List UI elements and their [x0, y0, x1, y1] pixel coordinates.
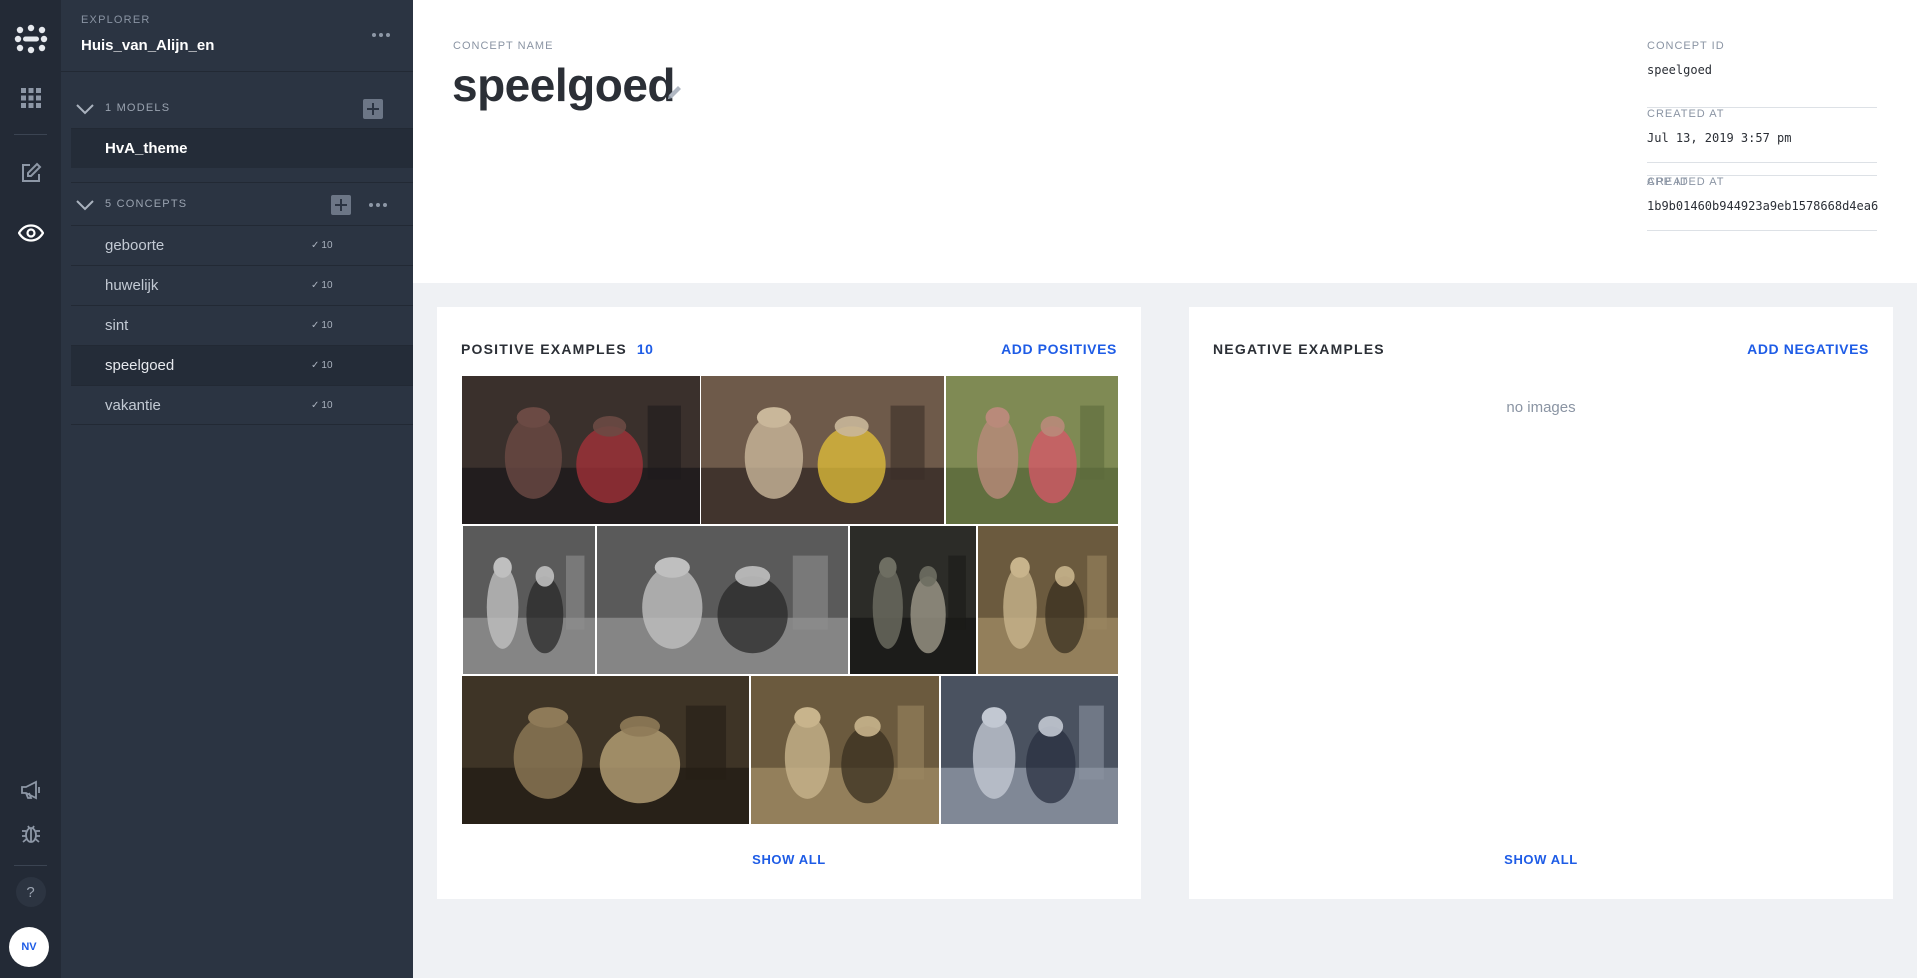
meta-label: CONCEPT ID — [1647, 40, 1725, 52]
concept-name: speelgoed — [105, 357, 175, 374]
check-icon: ✓ — [311, 280, 320, 291]
meta-label: CREATED AT — [1647, 108, 1725, 120]
concept-name: geboorte — [105, 237, 165, 254]
positive-example-thumb-1[interactable] — [462, 376, 700, 524]
app-id-value: 1b9b01460b944923a9eb1578668d4ea6 — [1647, 199, 1879, 213]
models-section-header: 1 MODELS — [71, 87, 413, 131]
positive-example-thumb-3[interactable] — [946, 376, 1118, 524]
positive-example-thumb-6[interactable] — [850, 526, 976, 674]
concept-item[interactable]: huwelijk ✓ 10 — [71, 265, 413, 305]
check-icon: ✓ — [311, 360, 320, 371]
concept-title: speelgoed — [452, 59, 676, 111]
positive-example-thumb-7[interactable] — [978, 526, 1118, 674]
concepts-section-header: 5 CONCEPTS — [71, 182, 413, 226]
pencil-icon[interactable] — [665, 82, 685, 102]
rail-divider — [14, 865, 47, 866]
chevron-down-icon[interactable] — [75, 99, 95, 119]
concept-count: ✓ 10 — [311, 320, 333, 331]
concept-item[interactable]: sint ✓ 10 — [71, 305, 413, 345]
show-all-positives-button[interactable]: SHOW ALL — [437, 852, 1141, 867]
concept-count: ✓ 10 — [311, 360, 333, 371]
bug-icon[interactable] — [0, 811, 61, 855]
explorer-header: EXPLORER Huis_van_Alijn_en — [61, 0, 413, 72]
positive-example-thumb-8[interactable] — [462, 676, 749, 824]
meta-divider — [1647, 162, 1877, 163]
app-more-options-icon[interactable] — [370, 27, 392, 43]
negative-examples-card: NEGATIVE EXAMPLES ADD NEGATIVES no image… — [1189, 307, 1893, 899]
positive-examples-card: POSITIVE EXAMPLES 10 ADD POSITIVES SHOW A… — [437, 307, 1141, 899]
concepts-header-label: 5 CONCEPTS — [105, 198, 188, 210]
concept-item[interactable]: geboorte ✓ 10 — [71, 225, 413, 265]
megaphone-icon[interactable] — [0, 768, 61, 812]
avatar[interactable]: NV — [9, 927, 49, 967]
explorer-sidebar: EXPLORER Huis_van_Alijn_en 1 MODELS HvA_… — [61, 0, 413, 978]
chevron-down-icon[interactable] — [75, 195, 95, 215]
empty-state-text: no images — [1506, 399, 1576, 416]
negative-examples-title: NEGATIVE EXAMPLES — [1213, 341, 1385, 357]
add-negatives-button[interactable]: ADD NEGATIVES — [1747, 341, 1869, 357]
concepts-more-options-icon[interactable] — [367, 197, 389, 213]
model-item[interactable]: HvA_theme — [71, 128, 413, 168]
concept-item-selected[interactable]: speelgoed ✓ 10 — [71, 345, 413, 385]
positive-count: 10 — [636, 341, 654, 357]
clarifai-logo-icon[interactable] — [0, 17, 61, 61]
check-icon: ✓ — [311, 240, 320, 251]
positive-example-thumb-2[interactable] — [701, 376, 944, 524]
edit-icon[interactable] — [0, 151, 61, 195]
positive-example-thumb-9[interactable] — [751, 676, 939, 824]
add-concept-button[interactable] — [331, 195, 351, 215]
concept-id-block: CONCEPT ID speelgoed — [1647, 40, 1877, 108]
apps-grid-icon[interactable] — [0, 76, 61, 120]
explorer-label: EXPLORER — [81, 14, 151, 26]
positive-example-thumb-10[interactable] — [941, 676, 1118, 824]
concept-count: ✓ 10 — [311, 400, 333, 411]
main-content: CONCEPT NAME speelgoed CONCEPT ID speelg… — [413, 0, 1917, 978]
concept-count: ✓ 10 — [311, 280, 333, 291]
add-model-button[interactable] — [363, 99, 383, 119]
rail-divider — [14, 134, 47, 135]
positive-examples-title: POSITIVE EXAMPLES 10 — [461, 341, 654, 357]
check-icon: ✓ — [311, 320, 320, 331]
show-all-negatives-button[interactable]: SHOW ALL — [1189, 852, 1893, 867]
help-button[interactable]: ? — [0, 870, 61, 914]
concept-name-label: CONCEPT NAME — [453, 40, 554, 52]
concept-item[interactable]: vakantie ✓ 10 — [71, 385, 413, 425]
concept-name: vakantie — [105, 397, 161, 414]
created-at-value: Jul 13, 2019 3:57 pm — [1647, 131, 1792, 145]
concept-count: ✓ 10 — [311, 240, 333, 251]
models-header-label: 1 MODELS — [105, 102, 171, 114]
eye-icon[interactable] — [0, 211, 61, 255]
positive-example-thumb-5[interactable] — [597, 526, 848, 674]
concept-name: sint — [105, 317, 129, 334]
meta-divider — [1647, 230, 1877, 231]
add-positives-button[interactable]: ADD POSITIVES — [1001, 341, 1117, 357]
concept-header-panel: CONCEPT NAME speelgoed CONCEPT ID speelg… — [413, 0, 1917, 283]
help-icon: ? — [15, 877, 46, 907]
check-icon: ✓ — [311, 400, 320, 411]
positive-example-thumb-4[interactable] — [463, 526, 595, 674]
concept-id-value: speelgoed — [1647, 63, 1713, 77]
concept-name: huwelijk — [105, 277, 159, 294]
app-name: Huis_van_Alijn_en — [81, 37, 215, 54]
icon-rail: ? NV — [0, 0, 61, 978]
model-name: HvA_theme — [105, 140, 188, 157]
meta-label: APP ID — [1647, 176, 1689, 188]
